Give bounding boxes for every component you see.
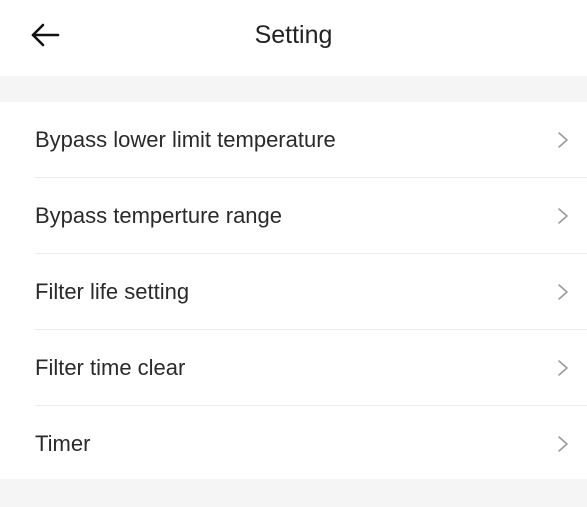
setting-item-timer[interactable]: Timer: [35, 406, 587, 481]
chevron-right-icon: [558, 435, 568, 452]
setting-item-label: Timer: [35, 430, 91, 456]
setting-item-label: Filter life setting: [35, 278, 190, 304]
setting-item-filter-time-clear[interactable]: Filter time clear: [35, 330, 587, 406]
setting-item-bypass-temperature-range[interactable]: Bypass temperture range: [35, 178, 587, 254]
setting-item-bypass-lower-limit-temperature[interactable]: Bypass lower limit temperature: [35, 102, 587, 178]
chevron-right-icon: [558, 131, 568, 148]
bottom-section-divider: [0, 479, 587, 507]
settings-screen: Setting Bypass lower limit temperature B…: [0, 0, 587, 507]
section-divider: [0, 76, 587, 102]
setting-item-label: Bypass lower limit temperature: [35, 126, 336, 152]
chevron-right-icon: [558, 207, 568, 224]
setting-item-label: Filter time clear: [35, 354, 186, 380]
app-header: Setting: [0, 0, 587, 76]
setting-item-filter-life-setting[interactable]: Filter life setting: [35, 254, 587, 330]
settings-list: Bypass lower limit temperature Bypass te…: [0, 102, 587, 481]
page-title: Setting: [254, 21, 333, 49]
chevron-right-icon: [558, 359, 568, 376]
chevron-right-icon: [558, 283, 568, 300]
setting-item-label: Bypass temperture range: [35, 202, 283, 228]
